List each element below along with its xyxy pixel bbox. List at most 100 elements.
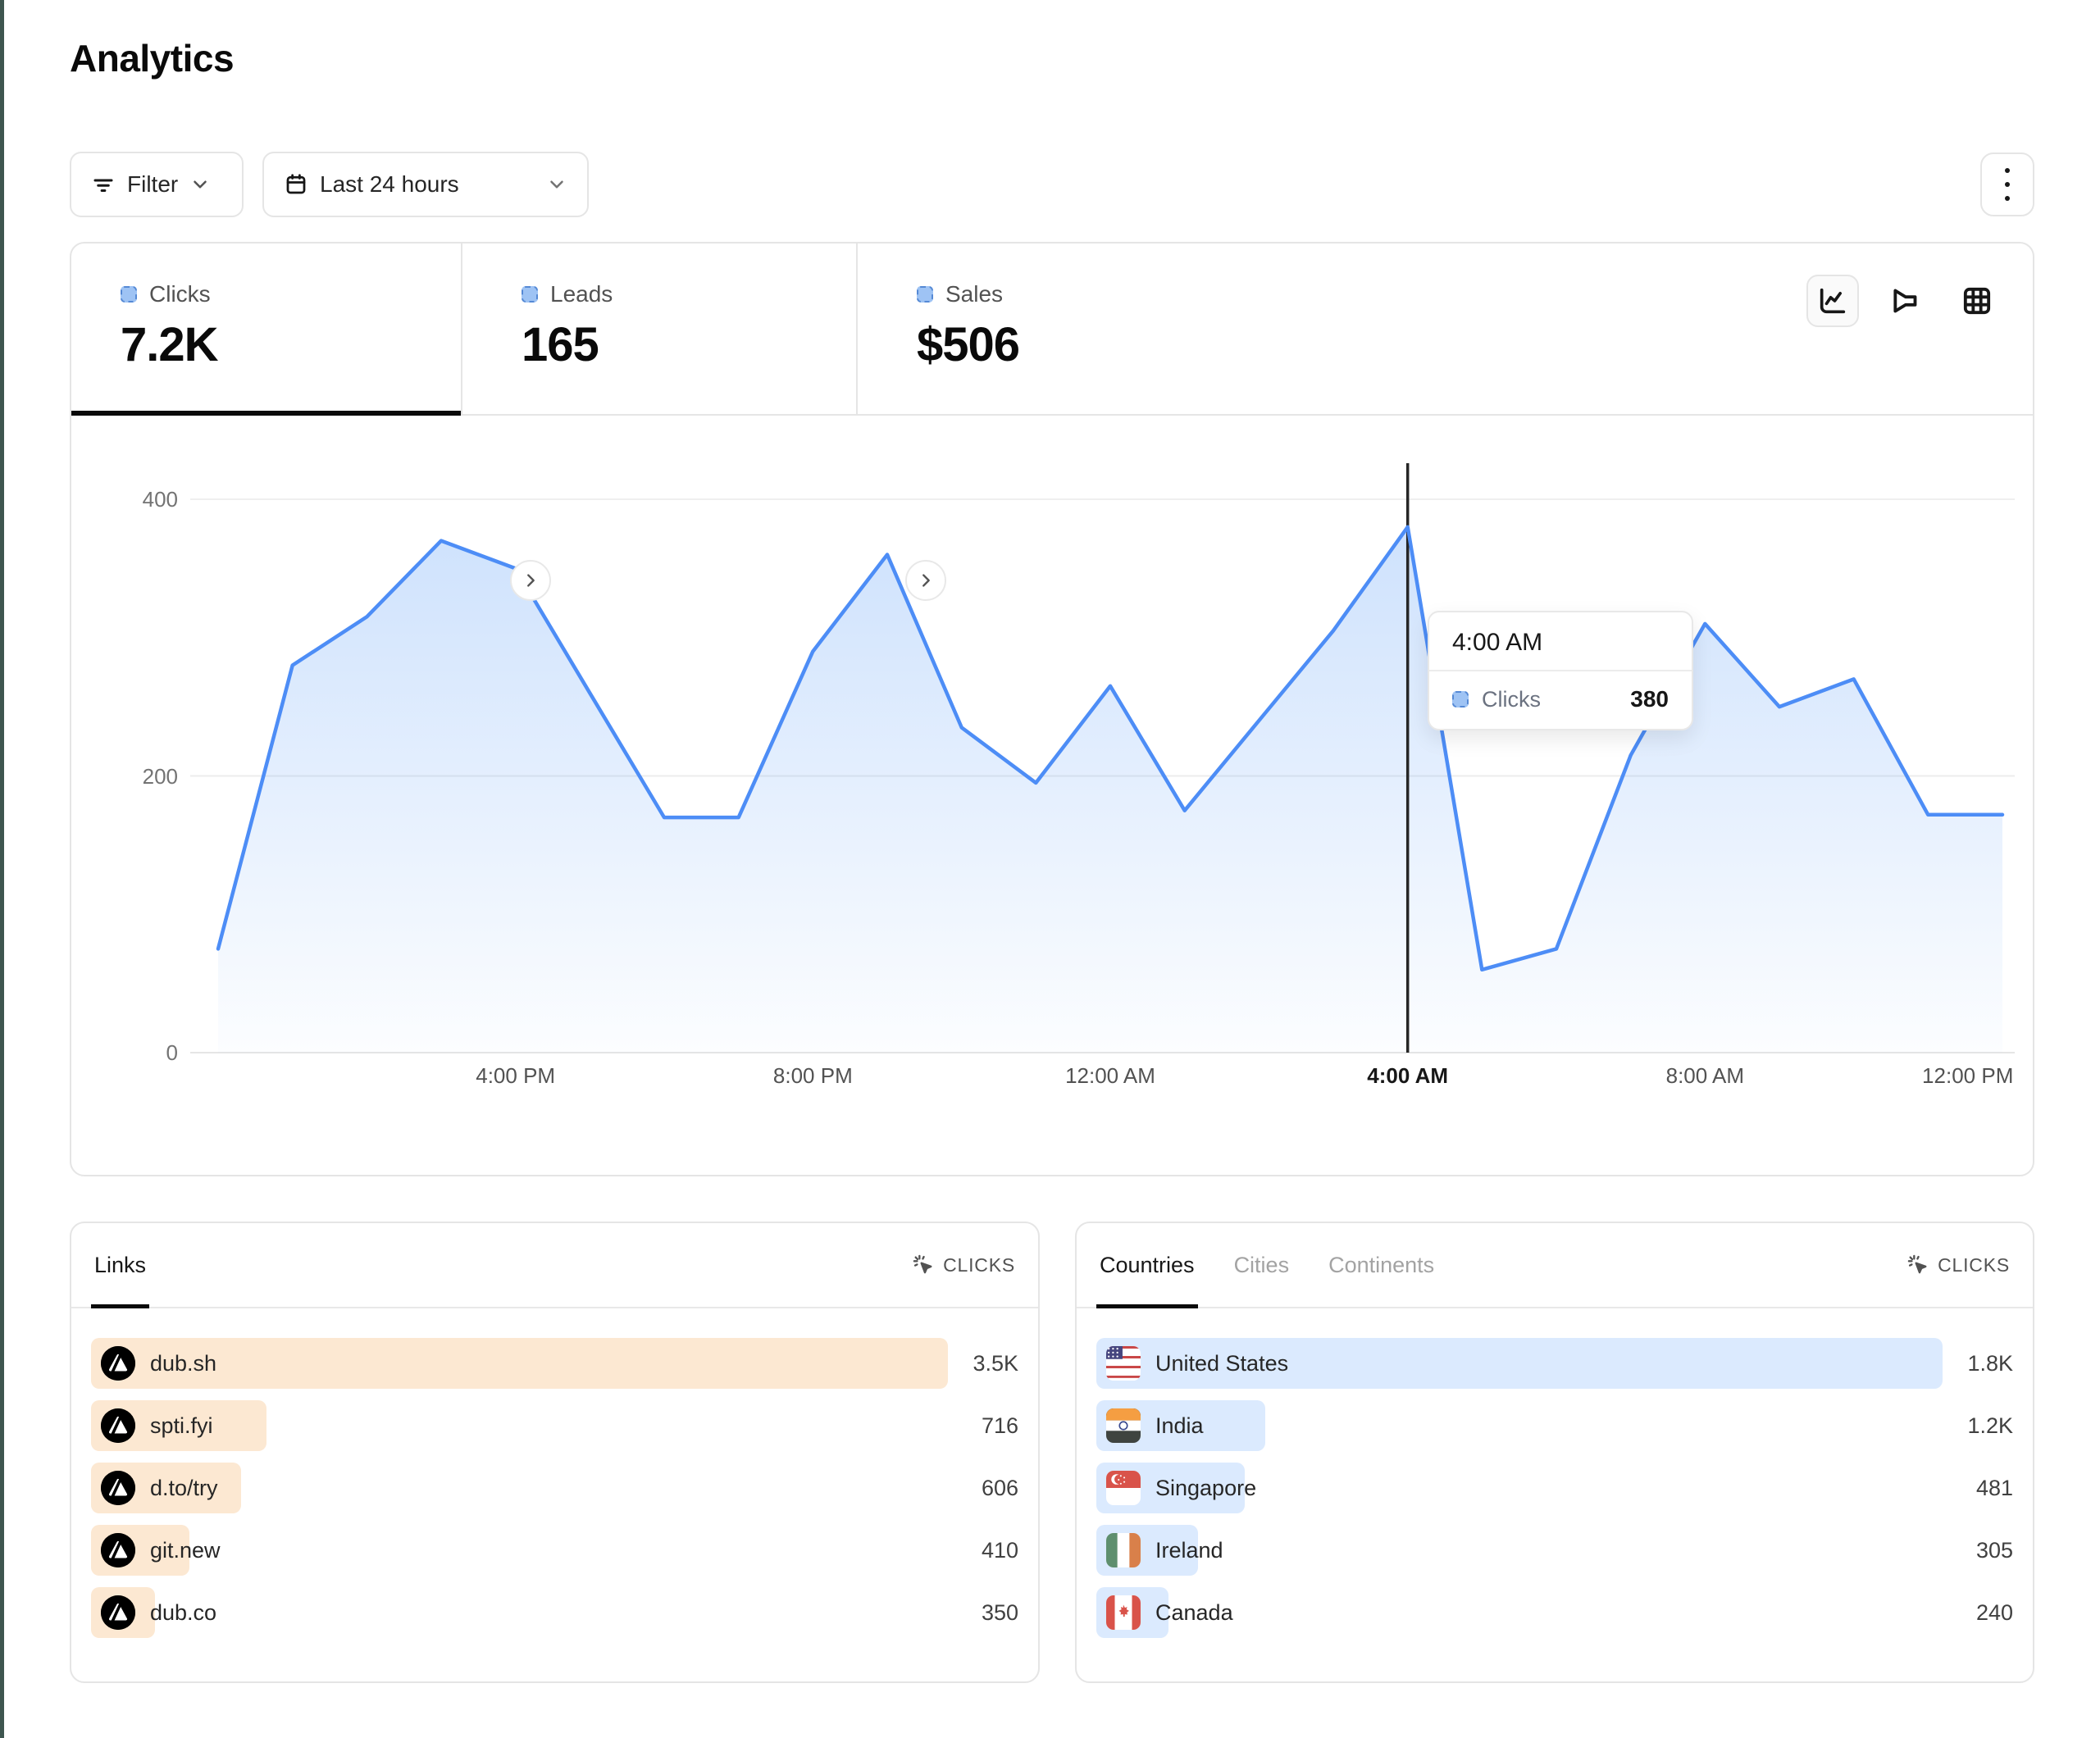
metric-label: Leads <box>550 281 613 307</box>
dub-logo-icon <box>101 1471 135 1505</box>
metric-tabs: Clicks 7.2K Leads 165 Sales $506 <box>71 243 2033 416</box>
tooltip-series-swatch-icon <box>1452 691 1469 707</box>
link-row[interactable]: spti.fyi 716 <box>91 1400 1018 1451</box>
x-axis-label: 8:00 AM <box>1666 1063 1744 1089</box>
tab-countries[interactable]: Countries <box>1100 1223 1195 1307</box>
links-metric-selector[interactable]: CLICKS <box>912 1253 1015 1276</box>
link-label: git.new <box>150 1538 221 1563</box>
cursor-click-icon <box>912 1253 935 1276</box>
country-label: Ireland <box>1155 1538 1223 1563</box>
row-value: 1.2K <box>1943 1413 2013 1439</box>
date-range-label: Last 24 hours <box>320 171 459 198</box>
x-axis-label: 8:00 PM <box>773 1063 853 1089</box>
tab-cities[interactable]: Cities <box>1234 1223 1290 1307</box>
countries-panel: Countries Cities Continents CLICKS <box>1075 1222 2034 1683</box>
page-title: Analytics <box>70 36 234 80</box>
country-flag-sg-icon <box>1106 1471 1141 1505</box>
countries-metric-label: CLICKS <box>1938 1254 2010 1276</box>
area-fill <box>218 527 2002 1053</box>
analytics-page: Analytics Filter Last 24 hours <box>0 0 2100 1738</box>
y-axis-label: 200 <box>96 764 178 789</box>
tooltip-time: 4:00 AM <box>1429 612 1692 671</box>
link-row[interactable]: dub.co 350 <box>91 1587 1018 1638</box>
chart-tooltip: 4:00 AM Clicks 380 <box>1428 611 1693 730</box>
country-row[interactable]: India 1.2K <box>1096 1400 2013 1451</box>
chevron-down-icon <box>546 174 567 195</box>
link-label: spti.fyi <box>150 1413 213 1439</box>
country-flag-us-icon <box>1106 1346 1141 1381</box>
link-row[interactable]: d.to/try 606 <box>91 1463 1018 1513</box>
sales-swatch-icon <box>917 286 933 303</box>
leads-swatch-icon <box>522 286 538 303</box>
dub-logo-icon <box>101 1533 135 1567</box>
metric-label: Clicks <box>149 281 211 307</box>
tab-continents[interactable]: Continents <box>1328 1223 1434 1307</box>
calendar-icon <box>284 172 308 197</box>
metric-value: 7.2K <box>121 317 461 372</box>
link-row[interactable]: dub.sh 3.5K <box>91 1338 1018 1389</box>
y-axis-label: 400 <box>96 487 178 512</box>
dub-logo-icon <box>101 1346 135 1381</box>
country-flag-ie-icon <box>1106 1533 1141 1567</box>
dub-logo-icon <box>101 1408 135 1443</box>
grid-view-button[interactable] <box>1951 275 2003 327</box>
row-value: 1.8K <box>1943 1351 2013 1376</box>
clicks-area-chart[interactable]: 400 200 0 4:00 PM 8:00 PM 12:00 AM 4:00 AM 8:0… <box>71 416 2033 1175</box>
links-panel: Links CLICKS dub.sh <box>70 1222 1040 1683</box>
next-metric-button[interactable] <box>510 560 551 601</box>
x-axis-label: 12:00 PM <box>1922 1063 2013 1089</box>
links-metric-label: CLICKS <box>943 1254 1015 1276</box>
link-label: dub.co <box>150 1600 216 1626</box>
country-row[interactable]: United States 1.8K <box>1096 1338 2013 1389</box>
link-label: d.to/try <box>150 1476 218 1501</box>
x-axis-label: 4:00 AM <box>1367 1063 1448 1089</box>
row-value: 305 <box>1943 1538 2013 1563</box>
tooltip-series-value: 380 <box>1630 686 1669 712</box>
row-value: 716 <box>948 1413 1018 1439</box>
country-row[interactable]: Canada 240 <box>1096 1587 2013 1638</box>
chevron-down-icon <box>189 174 211 195</box>
countries-metric-selector[interactable]: CLICKS <box>1906 1253 2010 1276</box>
dub-logo-icon <box>101 1595 135 1630</box>
line-chart-view-button[interactable] <box>1806 275 1859 327</box>
metric-label: Sales <box>945 281 1003 307</box>
tab-leads[interactable]: Leads 165 <box>461 243 856 414</box>
tab-links[interactable]: Links <box>94 1223 146 1307</box>
country-label: Canada <box>1155 1600 1233 1626</box>
chart-view-switcher <box>1806 275 2003 327</box>
country-label: United States <box>1155 1351 1288 1376</box>
country-flag-in-icon <box>1106 1408 1141 1443</box>
filter-button-label: Filter <box>127 171 178 198</box>
link-label: dub.sh <box>150 1351 216 1376</box>
tab-sales[interactable]: Sales $506 <box>856 243 2033 414</box>
row-value: 240 <box>1943 1600 2013 1626</box>
cursor-click-icon <box>1906 1253 1929 1276</box>
window-edge-accent <box>0 0 4 1738</box>
country-row[interactable]: Ireland 305 <box>1096 1525 2013 1576</box>
tab-clicks[interactable]: Clicks 7.2K <box>71 243 461 414</box>
row-value: 481 <box>1943 1476 2013 1501</box>
row-value: 410 <box>948 1538 1018 1563</box>
y-axis-label: 0 <box>96 1040 178 1066</box>
country-label: India <box>1155 1413 1204 1439</box>
clicks-swatch-icon <box>121 286 137 303</box>
country-flag-ca-icon <box>1106 1595 1141 1630</box>
tooltip-series-name: Clicks <box>1482 687 1617 712</box>
x-axis-label: 4:00 PM <box>476 1063 555 1089</box>
funnel-view-button[interactable] <box>1879 275 1931 327</box>
row-value: 3.5K <box>948 1351 1018 1376</box>
analytics-chart-card: Clicks 7.2K Leads 165 Sales $506 <box>70 242 2034 1176</box>
country-label: Singapore <box>1155 1476 1256 1501</box>
more-options-button[interactable] <box>1980 152 2034 216</box>
value-bar <box>91 1338 948 1389</box>
row-value: 350 <box>948 1600 1018 1626</box>
link-row[interactable]: git.new 410 <box>91 1525 1018 1576</box>
filter-button[interactable]: Filter <box>70 152 244 217</box>
country-row[interactable]: Singapore 481 <box>1096 1463 2013 1513</box>
filter-icon <box>91 172 116 197</box>
row-value: 606 <box>948 1476 1018 1501</box>
x-axis-label: 12:00 AM <box>1065 1063 1155 1089</box>
date-range-button[interactable]: Last 24 hours <box>262 152 589 217</box>
metric-value: 165 <box>522 317 856 372</box>
next-metric-button[interactable] <box>905 560 946 601</box>
